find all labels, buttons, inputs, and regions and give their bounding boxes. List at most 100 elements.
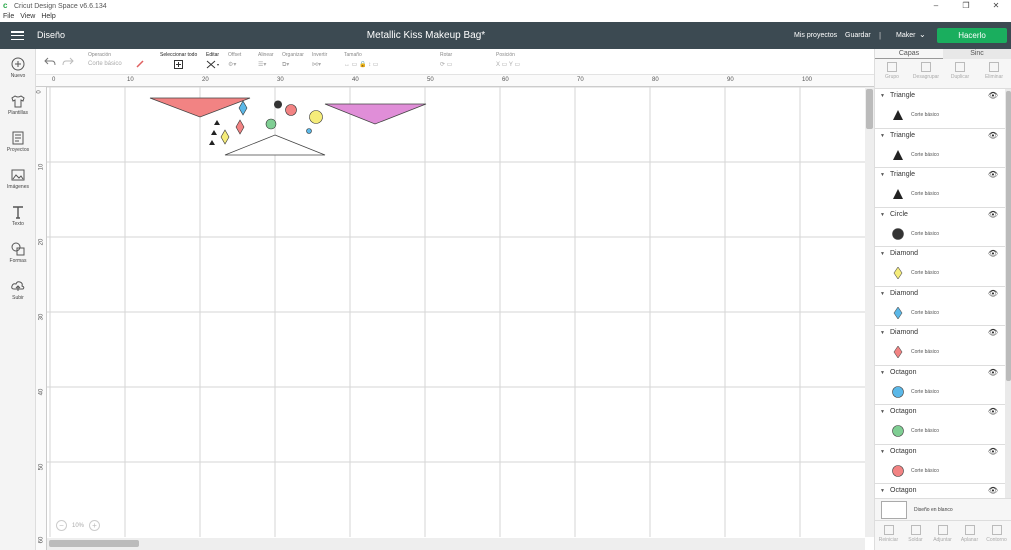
select-all-group[interactable]: Seleccionar todo [160, 52, 197, 69]
small-triangle[interactable] [209, 140, 215, 145]
sidebar-item-projects[interactable]: Proyectos [0, 131, 36, 153]
layer-row[interactable]: ▼ Diamond 👁 Corte básico [875, 326, 1005, 366]
dark-circle[interactable] [274, 100, 282, 109]
menu-view[interactable]: View [17, 12, 38, 22]
attach-button[interactable]: Adjuntar [929, 525, 956, 543]
operation-select[interactable]: Corte básico [88, 61, 122, 67]
diamond-swatch-icon[interactable] [892, 267, 904, 279]
white-triangle[interactable] [224, 134, 326, 156]
circle-swatch-icon[interactable] [892, 464, 904, 477]
caret-down-icon[interactable]: ▼ [880, 93, 885, 99]
eye-icon[interactable]: 👁 [988, 210, 998, 219]
close-icon[interactable]: ✕ [981, 0, 1011, 12]
eye-icon[interactable]: 👁 [988, 407, 998, 416]
pen-icon[interactable] [136, 60, 144, 68]
circle-swatch-icon[interactable] [892, 227, 904, 240]
layer-row[interactable]: ▼Octagon👁Corte básico [875, 405, 1005, 445]
eye-icon[interactable]: 👁 [988, 328, 998, 337]
menu-file[interactable]: File [0, 12, 17, 22]
layer-row[interactable]: ▼ Triangle 👁 Corte básico [875, 168, 1005, 208]
canvas-vertical-scrollbar[interactable] [865, 87, 874, 537]
caret-down-icon[interactable]: ▼ [880, 212, 885, 218]
contour-button[interactable]: Contorno [983, 525, 1010, 543]
eye-icon[interactable]: 👁 [988, 91, 998, 100]
caret-down-icon[interactable]: ▼ [880, 370, 885, 376]
sidebar-item-images[interactable]: Imágenes [0, 168, 36, 190]
pink-octagon[interactable] [285, 104, 297, 116]
blue-diamond[interactable] [238, 100, 248, 116]
my-projects-link[interactable]: Mis proyectos [794, 32, 837, 39]
layer-row[interactable]: ▼Octagon👁Corte básico [875, 365, 1005, 405]
ungroup-button[interactable]: Desagrupar [909, 62, 943, 80]
layer-row[interactable]: ▼ Triangle 👁 Corte básico [875, 89, 1005, 129]
diamond-swatch-icon[interactable] [892, 346, 904, 358]
blank-canvas-row[interactable]: Diseño en blanco [875, 498, 1011, 520]
caret-down-icon[interactable]: ▼ [880, 251, 885, 257]
layer-row[interactable]: ▼ Diamond 👁 Corte básico [875, 247, 1005, 287]
weld-button[interactable]: Soldar [902, 525, 929, 543]
chevron-down-icon[interactable]: ⌄ [919, 30, 926, 39]
tab-layers[interactable]: Capas [875, 49, 943, 59]
yellow-diamond[interactable] [220, 129, 230, 145]
delete-button[interactable]: Eliminar [977, 62, 1011, 80]
yellow-octagon[interactable] [309, 110, 323, 124]
scroll-thumb[interactable] [1006, 91, 1011, 381]
caret-down-icon[interactable]: ▼ [880, 291, 885, 297]
eye-icon[interactable]: 👁 [988, 170, 998, 179]
flatten-button[interactable]: Aplanar [956, 525, 983, 543]
reset-button[interactable]: Reiniciar [875, 525, 902, 543]
eye-icon[interactable]: 👁 [988, 368, 998, 377]
layers-scrollbar[interactable] [1005, 89, 1011, 498]
eye-icon[interactable]: 👁 [988, 289, 998, 298]
caret-down-icon[interactable]: ▼ [880, 133, 885, 139]
layer-row[interactable]: ▼Octagon👁Corte básico [875, 484, 1005, 498]
pink-triangle[interactable] [149, 97, 251, 118]
caret-down-icon[interactable]: ▼ [880, 409, 885, 415]
green-octagon[interactable] [265, 118, 277, 130]
sidebar-item-shapes[interactable]: Formas [0, 242, 36, 264]
maximize-icon[interactable]: ❐ [951, 0, 981, 12]
sidebar-item-templates[interactable]: Plantillas [0, 94, 36, 116]
blue-octagon[interactable] [306, 128, 312, 134]
group-button[interactable]: Grupo [875, 62, 909, 80]
triangle-swatch-icon[interactable] [892, 109, 904, 121]
purple-triangle[interactable] [324, 103, 427, 125]
make-it-button[interactable]: Hacerlo [937, 28, 1007, 43]
scroll-thumb[interactable] [866, 89, 873, 129]
layer-row[interactable]: ▼Octagon👁Corte básico [875, 444, 1005, 484]
eye-icon[interactable]: 👁 [988, 249, 998, 258]
redo-icon[interactable] [62, 56, 74, 66]
eye-icon[interactable]: 👁 [988, 131, 998, 140]
diamond-swatch-icon[interactable] [892, 306, 904, 319]
layer-row[interactable]: ▼ Diamond 👁 Corte básico [875, 286, 1005, 326]
small-triangle[interactable] [214, 120, 220, 125]
select-all-icon[interactable] [174, 60, 184, 69]
zoom-in-button[interactable]: + [89, 520, 100, 531]
canvas-horizontal-scrollbar[interactable] [47, 538, 865, 550]
save-button[interactable]: Guardar [845, 32, 871, 39]
sidebar-item-upload[interactable]: Subir [0, 279, 36, 301]
eye-icon[interactable]: 👁 [988, 486, 998, 495]
sidebar-item-text[interactable]: Texto [0, 205, 36, 227]
layer-row[interactable]: ▼ Triangle 👁 Corte básico [875, 128, 1005, 168]
layer-row[interactable]: ▼ Circle 👁 Corte básico [875, 207, 1005, 247]
undo-icon[interactable] [44, 56, 56, 66]
zoom-out-button[interactable]: − [56, 520, 67, 531]
machine-select[interactable]: Maker [896, 32, 915, 39]
small-triangle[interactable] [211, 130, 217, 135]
caret-down-icon[interactable]: ▼ [880, 449, 885, 455]
scissors-icon[interactable] [206, 60, 220, 69]
triangle-swatch-icon[interactable] [892, 188, 904, 200]
scroll-thumb[interactable] [49, 540, 139, 547]
circle-swatch-icon[interactable] [892, 385, 904, 398]
pink-diamond[interactable] [235, 119, 245, 135]
caret-down-icon[interactable]: ▼ [880, 172, 885, 178]
design-canvas[interactable] [47, 87, 865, 537]
triangle-swatch-icon[interactable] [892, 149, 904, 161]
tab-sync[interactable]: Sinc [943, 49, 1011, 59]
circle-swatch-icon[interactable] [892, 425, 904, 437]
minimize-icon[interactable]: – [921, 0, 951, 12]
blank-canvas-swatch[interactable] [881, 501, 907, 519]
sidebar-item-new[interactable]: Nuevo [0, 57, 36, 79]
eye-icon[interactable]: 👁 [988, 447, 998, 456]
